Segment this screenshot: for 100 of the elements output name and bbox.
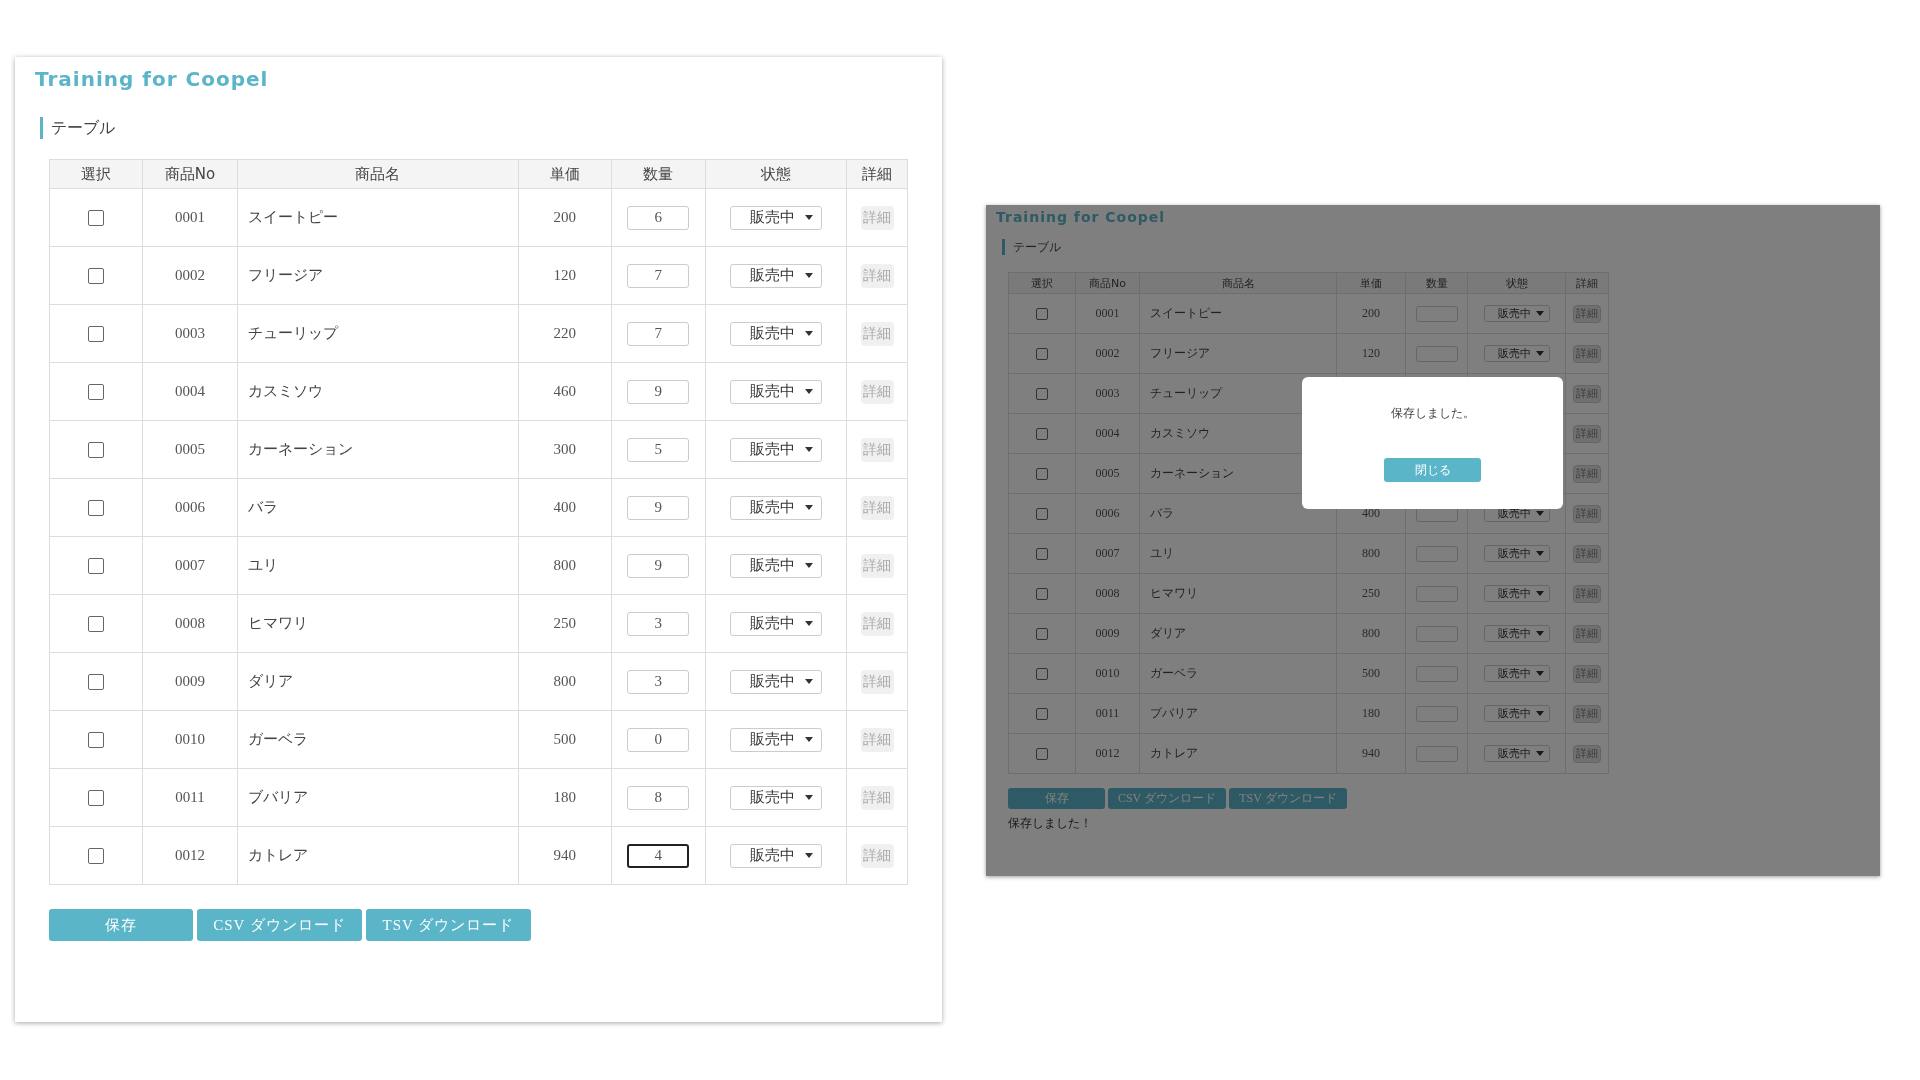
table-cell: 940 — [1336, 733, 1406, 774]
caret-icon — [1535, 551, 1544, 556]
table-cell: 400 — [518, 478, 612, 537]
caret-icon — [804, 505, 813, 510]
close-button[interactable]: 閉じる — [1384, 458, 1481, 482]
table-cell: ダリア — [237, 652, 519, 711]
column-header: 詳細 — [1565, 272, 1609, 294]
caret-icon — [804, 215, 813, 220]
table-cell: 0003 — [1075, 373, 1140, 414]
action-button[interactable]: 保存 — [49, 909, 193, 941]
table-cell: 0009 — [142, 652, 238, 711]
column-header: 単価 — [1336, 272, 1406, 294]
table-cell: チューリップ — [237, 304, 519, 363]
caret-icon — [804, 447, 813, 452]
table-cell: 300 — [518, 420, 612, 479]
table-cell: フリージア — [1139, 333, 1337, 374]
table-cell: ヒマワリ — [1139, 573, 1337, 614]
section-heading: テーブル — [51, 117, 115, 139]
table-cell: 0008 — [142, 594, 238, 653]
table-cell: 0003 — [142, 304, 238, 363]
caret-icon — [804, 795, 813, 800]
table-cell: 0011 — [142, 768, 238, 827]
table-cell: カトレア — [1139, 733, 1337, 774]
table-cell: 500 — [518, 710, 612, 769]
table-cell: 120 — [1336, 333, 1406, 374]
caret-icon — [804, 621, 813, 626]
table-cell: 0010 — [1075, 653, 1140, 694]
table-cell: カスミソウ — [237, 362, 519, 421]
table-cell: 0004 — [142, 362, 238, 421]
caret-icon — [804, 853, 813, 858]
caret-icon — [1535, 591, 1544, 596]
status-message: 保存しました！ — [1008, 815, 1093, 832]
table-cell: 500 — [1336, 653, 1406, 694]
table-cell: 120 — [518, 246, 612, 305]
caret-icon — [1535, 311, 1544, 316]
table-cell: 250 — [518, 594, 612, 653]
column-header: 単価 — [518, 159, 612, 189]
table-cell: 0004 — [1075, 413, 1140, 454]
caret-icon — [1535, 351, 1544, 356]
column-header: 選択 — [1008, 272, 1076, 294]
action-button[interactable]: CSV ダウンロード — [197, 909, 362, 941]
column-header: 選択 — [49, 159, 143, 189]
table-cell: 0011 — [1075, 693, 1140, 734]
table-cell: スイートピー — [1139, 293, 1337, 334]
table-cell: 0001 — [142, 188, 238, 247]
app-title: Training for Coopel — [996, 209, 1167, 225]
table-cell: バラ — [237, 478, 519, 537]
table-cell: 0001 — [1075, 293, 1140, 334]
table-cell: 940 — [518, 826, 612, 885]
action-button[interactable]: TSV ダウンロード — [366, 909, 531, 941]
column-header: 商品名 — [1139, 272, 1337, 294]
table-cell: 0006 — [1075, 493, 1140, 534]
caret-icon — [1535, 511, 1544, 516]
column-header: 数量 — [1405, 272, 1468, 294]
caret-icon — [804, 679, 813, 684]
table-cell: 200 — [1336, 293, 1406, 334]
table-cell: 0005 — [1075, 453, 1140, 494]
caret-icon — [804, 389, 813, 394]
table-cell: 180 — [518, 768, 612, 827]
caret-icon — [804, 737, 813, 742]
section-heading: テーブル — [1013, 239, 1061, 256]
table-cell: 800 — [1336, 613, 1406, 654]
column-header: 数量 — [611, 159, 706, 189]
table-cell: ユリ — [1139, 533, 1337, 574]
table-cell: 0012 — [1075, 733, 1140, 774]
column-header: 状態 — [705, 159, 847, 189]
table-cell: 0007 — [142, 536, 238, 595]
table-cell: 0009 — [1075, 613, 1140, 654]
table-cell: ブバリア — [237, 768, 519, 827]
table-cell: 0002 — [142, 246, 238, 305]
caret-icon — [1535, 631, 1544, 636]
app-title: Training for Coopel — [35, 67, 270, 91]
table-cell: 180 — [1336, 693, 1406, 734]
column-header: 商品No — [142, 159, 238, 189]
table-cell: ダリア — [1139, 613, 1337, 654]
table-cell: カトレア — [237, 826, 519, 885]
table-cell: 0005 — [142, 420, 238, 479]
table-cell: 460 — [518, 362, 612, 421]
table-cell: 0012 — [142, 826, 238, 885]
column-header: 商品No — [1075, 272, 1140, 294]
table-cell: ユリ — [237, 536, 519, 595]
table-cell: 800 — [518, 536, 612, 595]
table-cell: 0010 — [142, 710, 238, 769]
caret-icon — [804, 273, 813, 278]
table-cell: 0008 — [1075, 573, 1140, 614]
table-cell: 0007 — [1075, 533, 1140, 574]
table-cell: ガーベラ — [237, 710, 519, 769]
caret-icon — [804, 563, 813, 568]
table-cell: 800 — [1336, 533, 1406, 574]
table-cell: ヒマワリ — [237, 594, 519, 653]
modal-message: 保存しました。 — [1390, 405, 1475, 422]
table-cell: 250 — [1336, 573, 1406, 614]
table-cell: フリージア — [237, 246, 519, 305]
table-cell: 200 — [518, 188, 612, 247]
column-header: 商品名 — [237, 159, 519, 189]
caret-icon — [1535, 711, 1544, 716]
table-cell: 220 — [518, 304, 612, 363]
column-header: 詳細 — [846, 159, 908, 189]
table-cell: ガーベラ — [1139, 653, 1337, 694]
caret-icon — [1535, 751, 1544, 756]
